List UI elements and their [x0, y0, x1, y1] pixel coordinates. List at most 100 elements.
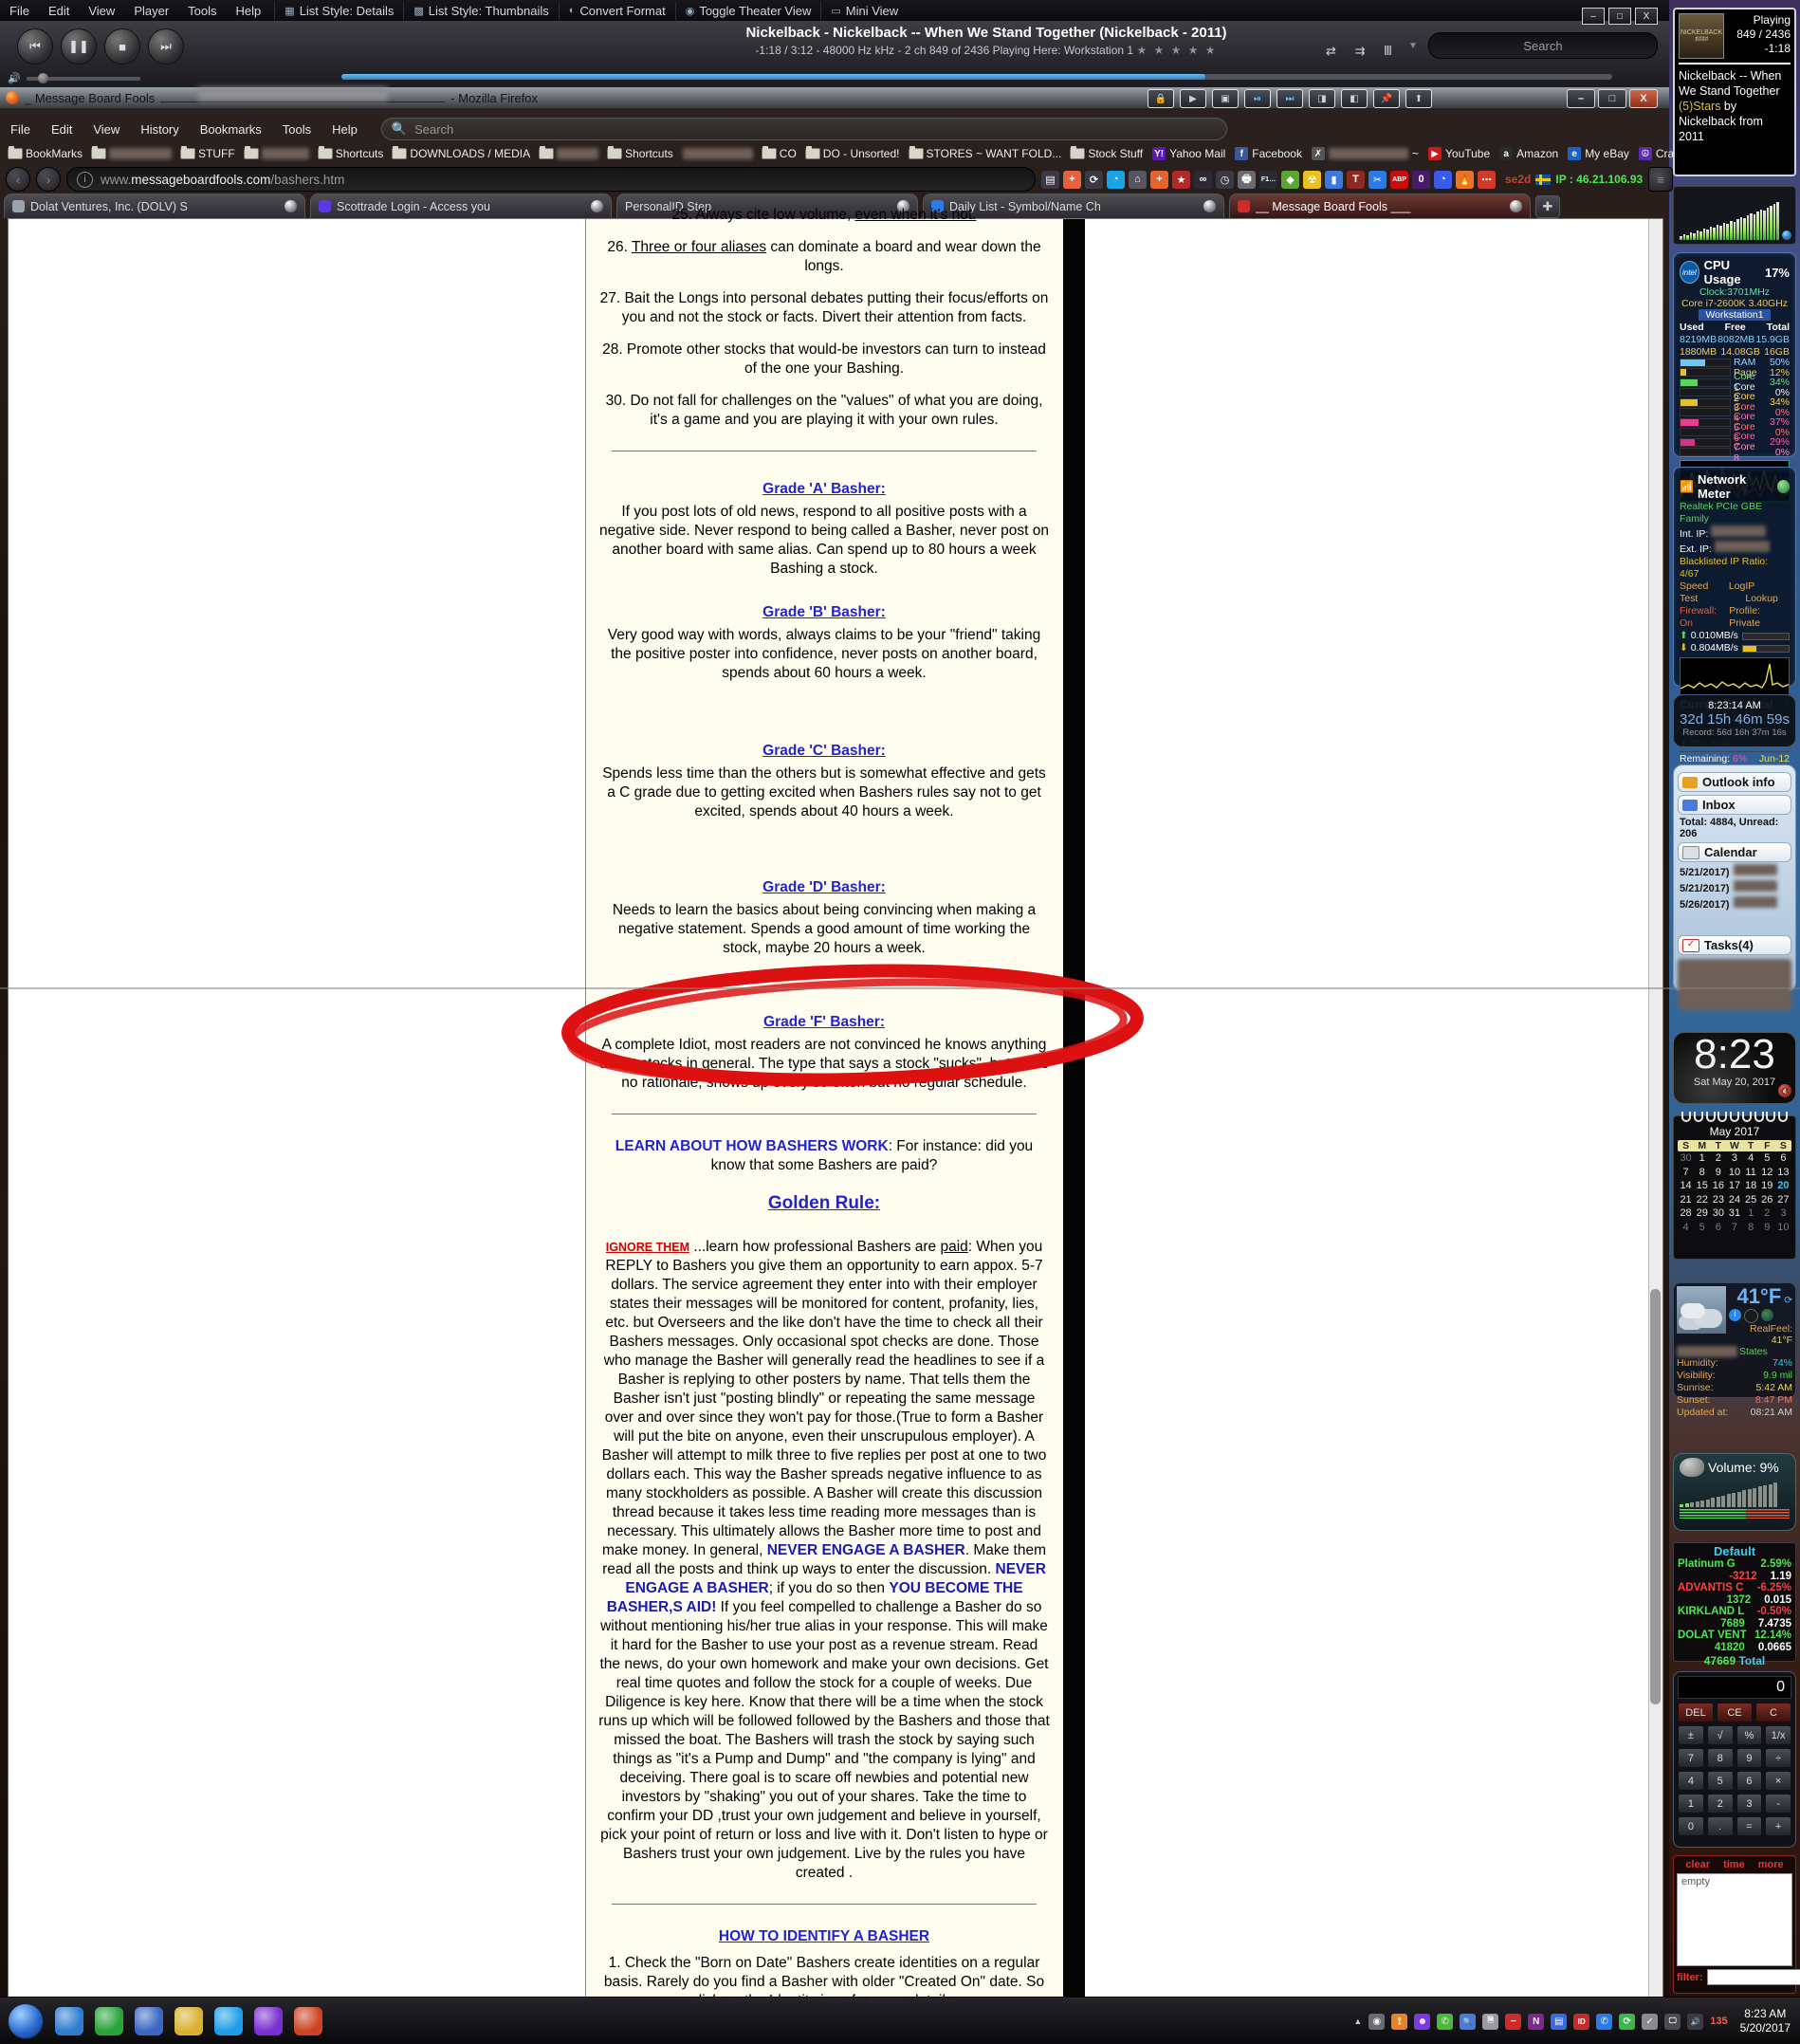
pause-button[interactable]: ❚❚	[61, 28, 97, 64]
tab-scottrade-login-access-you[interactable]: Scottrade Login - Access you	[310, 193, 612, 218]
calc-button-CE[interactable]: CE	[1717, 1703, 1753, 1722]
calc-button-x[interactable]: .	[1706, 1816, 1734, 1836]
network-link-speed-test[interactable]: Speed Test	[1680, 580, 1729, 605]
onenote-tray-icon[interactable]: N	[1528, 2013, 1545, 2030]
sync-tray-icon[interactable]: ⟳	[1619, 2013, 1636, 2030]
calc-button-5[interactable]: 5	[1706, 1771, 1734, 1791]
mm-pin-button[interactable]: 📌	[1373, 89, 1400, 108]
tab-close-button[interactable]	[1510, 200, 1522, 212]
calc-button-x[interactable]: ×	[1765, 1771, 1791, 1791]
player-tool-convert-format[interactable]: ◐ Convert Format	[558, 1, 675, 20]
counter-icon[interactable]: 0	[1412, 170, 1430, 189]
bookmark-item-yahoo-mail[interactable]: Y! Yahoo Mail	[1149, 147, 1228, 160]
taskbar-app-5[interactable]	[214, 2007, 243, 2035]
player-tool-mini-view[interactable]: ▭ Mini View	[820, 1, 908, 20]
bookmark-item--[interactable]: ✗ ~	[1309, 147, 1422, 160]
pocket-icon[interactable]: ◔	[1107, 170, 1125, 189]
outlook-tasks-section[interactable]: ✓ Tasks(4)	[1678, 935, 1791, 955]
speaker-tray-icon[interactable]: 🔊	[1687, 2013, 1704, 2030]
previous-button[interactable]: ⏮	[17, 28, 53, 64]
search-dropdown-icon[interactable]: ▼	[1408, 41, 1418, 51]
back-button[interactable]: ‹	[6, 167, 30, 192]
calc-button-2[interactable]: 2	[1706, 1794, 1734, 1814]
minimize-button[interactable]: –	[1567, 89, 1595, 108]
taskbar-app-7[interactable]	[294, 2007, 322, 2035]
player-menu-player[interactable]: Player	[124, 2, 178, 20]
player-menu-tools[interactable]: Tools	[178, 2, 226, 20]
id-tray-icon[interactable]: ID	[1573, 2013, 1590, 2030]
mm-lock-button[interactable]: 🔒	[1148, 89, 1174, 108]
window-tray-icon[interactable]: ▤	[1551, 2013, 1568, 2030]
maximize-button[interactable]: □	[1608, 8, 1631, 25]
minus-tray-icon[interactable]: −	[1505, 2013, 1522, 2030]
seek-bar[interactable]	[341, 74, 1612, 80]
vertical-scrollbar[interactable]	[1648, 219, 1662, 1998]
reader-mode-icon[interactable]: ▤	[1041, 170, 1059, 189]
stock-row-kirkland-l[interactable]: KIRKLAND L -0.50%	[1678, 1606, 1791, 1618]
taskbar-app-6[interactable]	[254, 2007, 283, 2035]
bookmark-item-co[interactable]: CO	[760, 146, 799, 160]
calc-button-8[interactable]: 8	[1706, 1748, 1734, 1768]
scissors-icon[interactable]: ✂	[1368, 170, 1387, 189]
clock-gadget[interactable]: 8:23 Sat May 20, 2017 🔇	[1673, 1032, 1796, 1104]
bookmark-item[interactable]	[242, 146, 312, 159]
close-button[interactable]: X	[1635, 8, 1658, 25]
volume-slider[interactable]	[26, 72, 140, 83]
mute-icon[interactable]: 🔇	[1778, 1084, 1791, 1097]
calc-button-x[interactable]: =	[1736, 1816, 1763, 1836]
bookmark-item[interactable]	[537, 146, 601, 159]
chat-tray-icon[interactable]: ✆	[1437, 2013, 1454, 2030]
network-link-ip-lookup[interactable]: IP Lookup	[1745, 580, 1790, 605]
rss-tray-icon[interactable]: ⟟	[1391, 2013, 1408, 2030]
calc-button-x[interactable]: ±	[1678, 1725, 1704, 1745]
bookmark-item-youtube[interactable]: ▶ YouTube	[1425, 147, 1493, 160]
calculator-gadget[interactable]: 0 DEL CE C ± √% 1/x 7 8 9 ÷ 4 5 6 × 1 2 3- 0. = +	[1673, 1671, 1796, 1848]
bookmark-item-shortcuts[interactable]: Shortcuts	[605, 146, 676, 160]
bookmark-item-downloads-media[interactable]: DOWNLOADS / MEDIA	[390, 146, 533, 160]
player-search-input[interactable]: ▼ Search	[1408, 32, 1658, 59]
volume-gadget[interactable]: Volume: 9%	[1673, 1453, 1796, 1531]
network-link-log[interactable]: Log	[1729, 580, 1746, 605]
scrollbar-thumb[interactable]	[1650, 1289, 1661, 1704]
calendar-gadget[interactable]: May 2017 SMTWTFS 30 1 2 3 4 5 6 7 8 9 10 11 12 13 14 15…	[1673, 1112, 1796, 1260]
ghostery-icon[interactable]: ◔	[1434, 170, 1452, 189]
new-tab-button[interactable]: ✚	[1535, 195, 1560, 218]
player-menu-view[interactable]: View	[79, 2, 124, 20]
bookmark-item-stock-stuff[interactable]: Stock Stuff	[1068, 146, 1146, 160]
calc-button-1[interactable]: 1	[1678, 1794, 1704, 1814]
refresh-icon[interactable]: ⟳	[1085, 170, 1103, 189]
player-tool-list-style-details[interactable]: ▦ List Style: Details	[274, 1, 403, 20]
menu-tools[interactable]: Tools	[272, 119, 321, 140]
bookmark-item-facebook[interactable]: f Facebook	[1232, 147, 1305, 160]
teamviewer-tray-icon[interactable]: ✆	[1596, 2013, 1613, 2030]
notes-list[interactable]: empty	[1677, 1873, 1792, 1966]
player-menu-help[interactable]: Help	[227, 2, 271, 20]
calc-button-6[interactable]: 6	[1736, 1771, 1763, 1791]
webcam-tray-icon[interactable]: ◉	[1368, 2013, 1386, 2030]
weather-refresh-icon[interactable]: ⟳	[1784, 1295, 1792, 1306]
calendar-today[interactable]: 20	[1775, 1179, 1791, 1193]
taskbar-app-3[interactable]	[135, 2007, 163, 2035]
bookmark-item-craigslist[interactable]: ☮Craigslist	[1636, 147, 1675, 160]
weather-gadget[interactable]: 41°F ⟳ i RealFeel: 41°F States Humidity:…	[1673, 1282, 1796, 1418]
start-button[interactable]	[8, 2003, 44, 2039]
info-icon[interactable]: i	[1729, 1309, 1741, 1321]
calc-button-1xx[interactable]: 1/x	[1765, 1725, 1791, 1745]
calc-button-x[interactable]: +	[1765, 1816, 1791, 1836]
close-button[interactable]: X	[1629, 89, 1658, 108]
speaker-icon[interactable]: 🔊	[8, 72, 21, 84]
stock-row-platinum-g[interactable]: Platinum G 2.59%	[1678, 1558, 1791, 1571]
calc-button-9[interactable]: 9	[1736, 1748, 1763, 1768]
print-icon[interactable]: 🖶	[1238, 170, 1256, 189]
star-icon[interactable]: ★	[1172, 170, 1190, 189]
colorzilla-icon[interactable]: ▮	[1325, 170, 1343, 189]
daynight-icon[interactable]	[1744, 1309, 1758, 1323]
now-playing-gadget[interactable]: NICKELBACK ♯♯♯♯ Playing 849 / 2436 -1:18 …	[1673, 8, 1796, 176]
bookmark-item-stores-want-fold-[interactable]: STORES ~ WANT FOLD...	[907, 146, 1065, 160]
site-info-icon[interactable]: i	[77, 171, 93, 188]
notes-link-more[interactable]: more	[1758, 1859, 1784, 1870]
bookmark-item-amazon[interactable]: a Amazon	[1497, 147, 1561, 160]
add-orange-icon[interactable]: +	[1150, 170, 1168, 189]
mm-next-button[interactable]: ⏭	[1277, 89, 1303, 108]
outlook-calendar-section[interactable]: Calendar	[1678, 842, 1791, 862]
